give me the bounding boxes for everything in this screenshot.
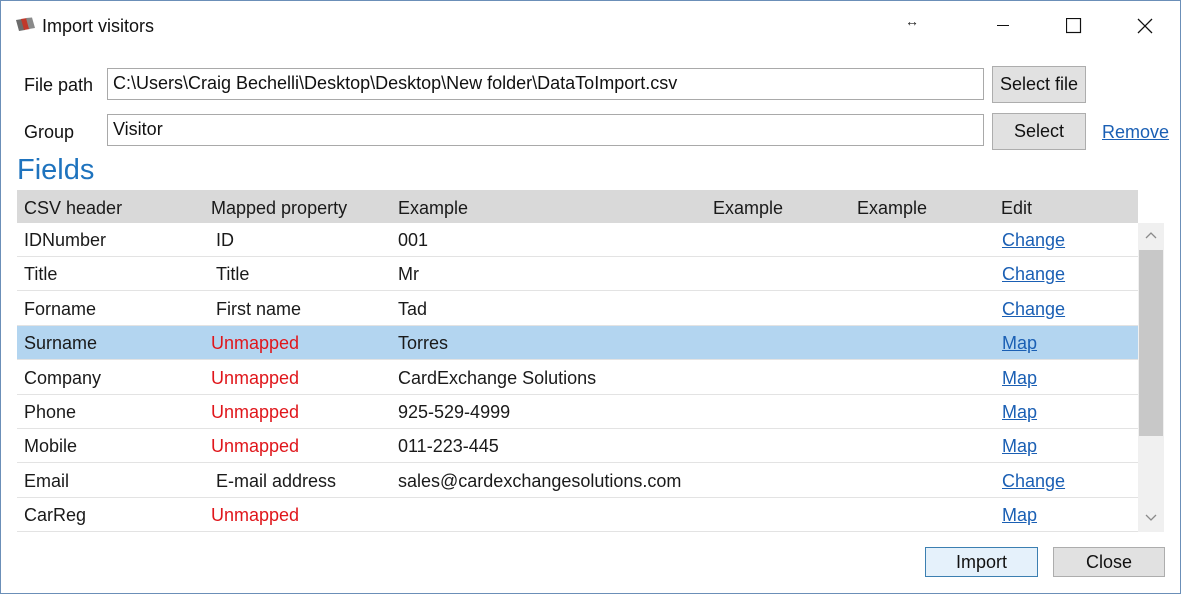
mapped-property-cell: Unmapped <box>211 436 300 456</box>
column-header-example-1[interactable]: Example <box>398 198 468 219</box>
map-link[interactable]: Map <box>1002 333 1037 354</box>
close-button[interactable]: Close <box>1053 547 1165 577</box>
close-icon <box>1137 18 1153 34</box>
map-link[interactable]: Map <box>1002 505 1037 526</box>
scroll-thumb[interactable] <box>1139 250 1163 436</box>
change-link[interactable]: Change <box>1002 471 1065 492</box>
maximize-button[interactable] <box>1051 1 1097 51</box>
csv-header-cell: Forname <box>24 299 97 319</box>
csv-header-cell: Company <box>24 368 102 388</box>
csv-header-cell: Phone <box>24 402 77 422</box>
csv-header-cell: Email <box>24 471 70 491</box>
fields-heading: Fields <box>17 154 95 186</box>
table-row[interactable]: Title Title Mr Change <box>17 257 1138 291</box>
horizontal-resize-icon: ↔ <box>905 13 919 29</box>
mapped-property-cell: Unmapped <box>211 505 300 525</box>
scroll-down-icon[interactable] <box>1143 509 1159 525</box>
table-row[interactable]: Phone Unmapped 925-529-4999 Map <box>17 395 1138 429</box>
group-label: Group <box>24 122 75 142</box>
import-visitors-window: Import visitors ↔ File path C:\Users\Cra… <box>0 0 1181 594</box>
mapped-property-cell: E-mail address <box>216 471 337 491</box>
mapped-property-cell: Title <box>216 264 250 284</box>
mapped-property-cell: ID <box>216 230 234 250</box>
column-header-example-2[interactable]: Example <box>713 198 783 219</box>
column-header-example-3[interactable]: Example <box>857 198 927 219</box>
group-input[interactable]: Visitor <box>107 114 984 146</box>
minimize-icon <box>997 25 1009 26</box>
change-link[interactable]: Change <box>1002 230 1065 251</box>
title-bar[interactable]: Import visitors ↔ <box>1 1 1180 51</box>
table-row[interactable]: Surname Unmapped Torres Map <box>17 326 1138 360</box>
import-button[interactable]: Import <box>925 547 1038 577</box>
mapped-property-cell: Unmapped <box>211 368 300 388</box>
example-cell: 011-223-445 <box>398 436 499 456</box>
scroll-up-icon[interactable] <box>1143 228 1159 244</box>
file-path-label: File path <box>24 75 94 95</box>
table-row[interactable]: CarReg Unmapped Map <box>17 498 1138 532</box>
vertical-scrollbar[interactable] <box>1138 223 1164 532</box>
table-row[interactable]: Forname First name Tad Change <box>17 292 1138 326</box>
example-cell: 925-529-4999 <box>398 402 511 422</box>
table-row[interactable]: Company Unmapped CardExchange Solutions Map <box>17 361 1138 395</box>
fields-grid: CSV header Mapped property Example Examp… <box>17 190 1166 532</box>
change-link[interactable]: Change <box>1002 299 1065 320</box>
grid-header: CSV header Mapped property Example Examp… <box>17 190 1138 223</box>
maximize-icon <box>1066 18 1082 34</box>
csv-header-cell: Mobile <box>24 436 78 456</box>
file-path-input[interactable]: C:\Users\Craig Bechelli\Desktop\Desktop\… <box>107 68 984 100</box>
select-file-button[interactable]: Select file <box>992 66 1086 103</box>
column-header-edit[interactable]: Edit <box>1001 198 1032 219</box>
csv-header-cell: CarReg <box>24 505 87 525</box>
select-group-button[interactable]: Select <box>992 113 1086 150</box>
column-header-csv[interactable]: CSV header <box>24 198 122 219</box>
window-title: Import visitors <box>42 16 155 36</box>
table-row[interactable]: Email E-mail address sales@cardexchangesol… <box>17 464 1138 498</box>
mapped-property-cell: First name <box>216 299 302 319</box>
column-header-mapped[interactable]: Mapped property <box>211 198 347 219</box>
map-link[interactable]: Map <box>1002 402 1037 423</box>
map-link[interactable]: Map <box>1002 368 1037 389</box>
csv-header-cell: IDNumber <box>24 230 107 250</box>
csv-header-cell: Surname <box>24 333 98 353</box>
example-cell: sales@cardexchangesolutions.com <box>398 471 682 491</box>
app-logo-icon <box>16 17 35 31</box>
mapped-property-cell: Unmapped <box>211 333 300 353</box>
change-link[interactable]: Change <box>1002 264 1065 285</box>
mapped-property-cell: Unmapped <box>211 402 300 422</box>
table-row[interactable]: IDNumber ID 001 Change <box>17 223 1138 257</box>
minimize-button[interactable] <box>980 1 1026 51</box>
table-row[interactable]: Mobile Unmapped 011-223-445 Map <box>17 429 1138 463</box>
remove-group-link[interactable]: Remove <box>1102 122 1169 143</box>
example-cell: CardExchange Solutions <box>398 368 597 388</box>
example-cell: Torres <box>398 333 449 353</box>
csv-header-cell: Title <box>24 264 58 284</box>
example-cell: 001 <box>398 230 429 250</box>
example-cell: Mr <box>398 264 419 284</box>
close-window-button[interactable] <box>1122 1 1168 51</box>
map-link[interactable]: Map <box>1002 436 1037 457</box>
example-cell: Tad <box>398 299 428 319</box>
